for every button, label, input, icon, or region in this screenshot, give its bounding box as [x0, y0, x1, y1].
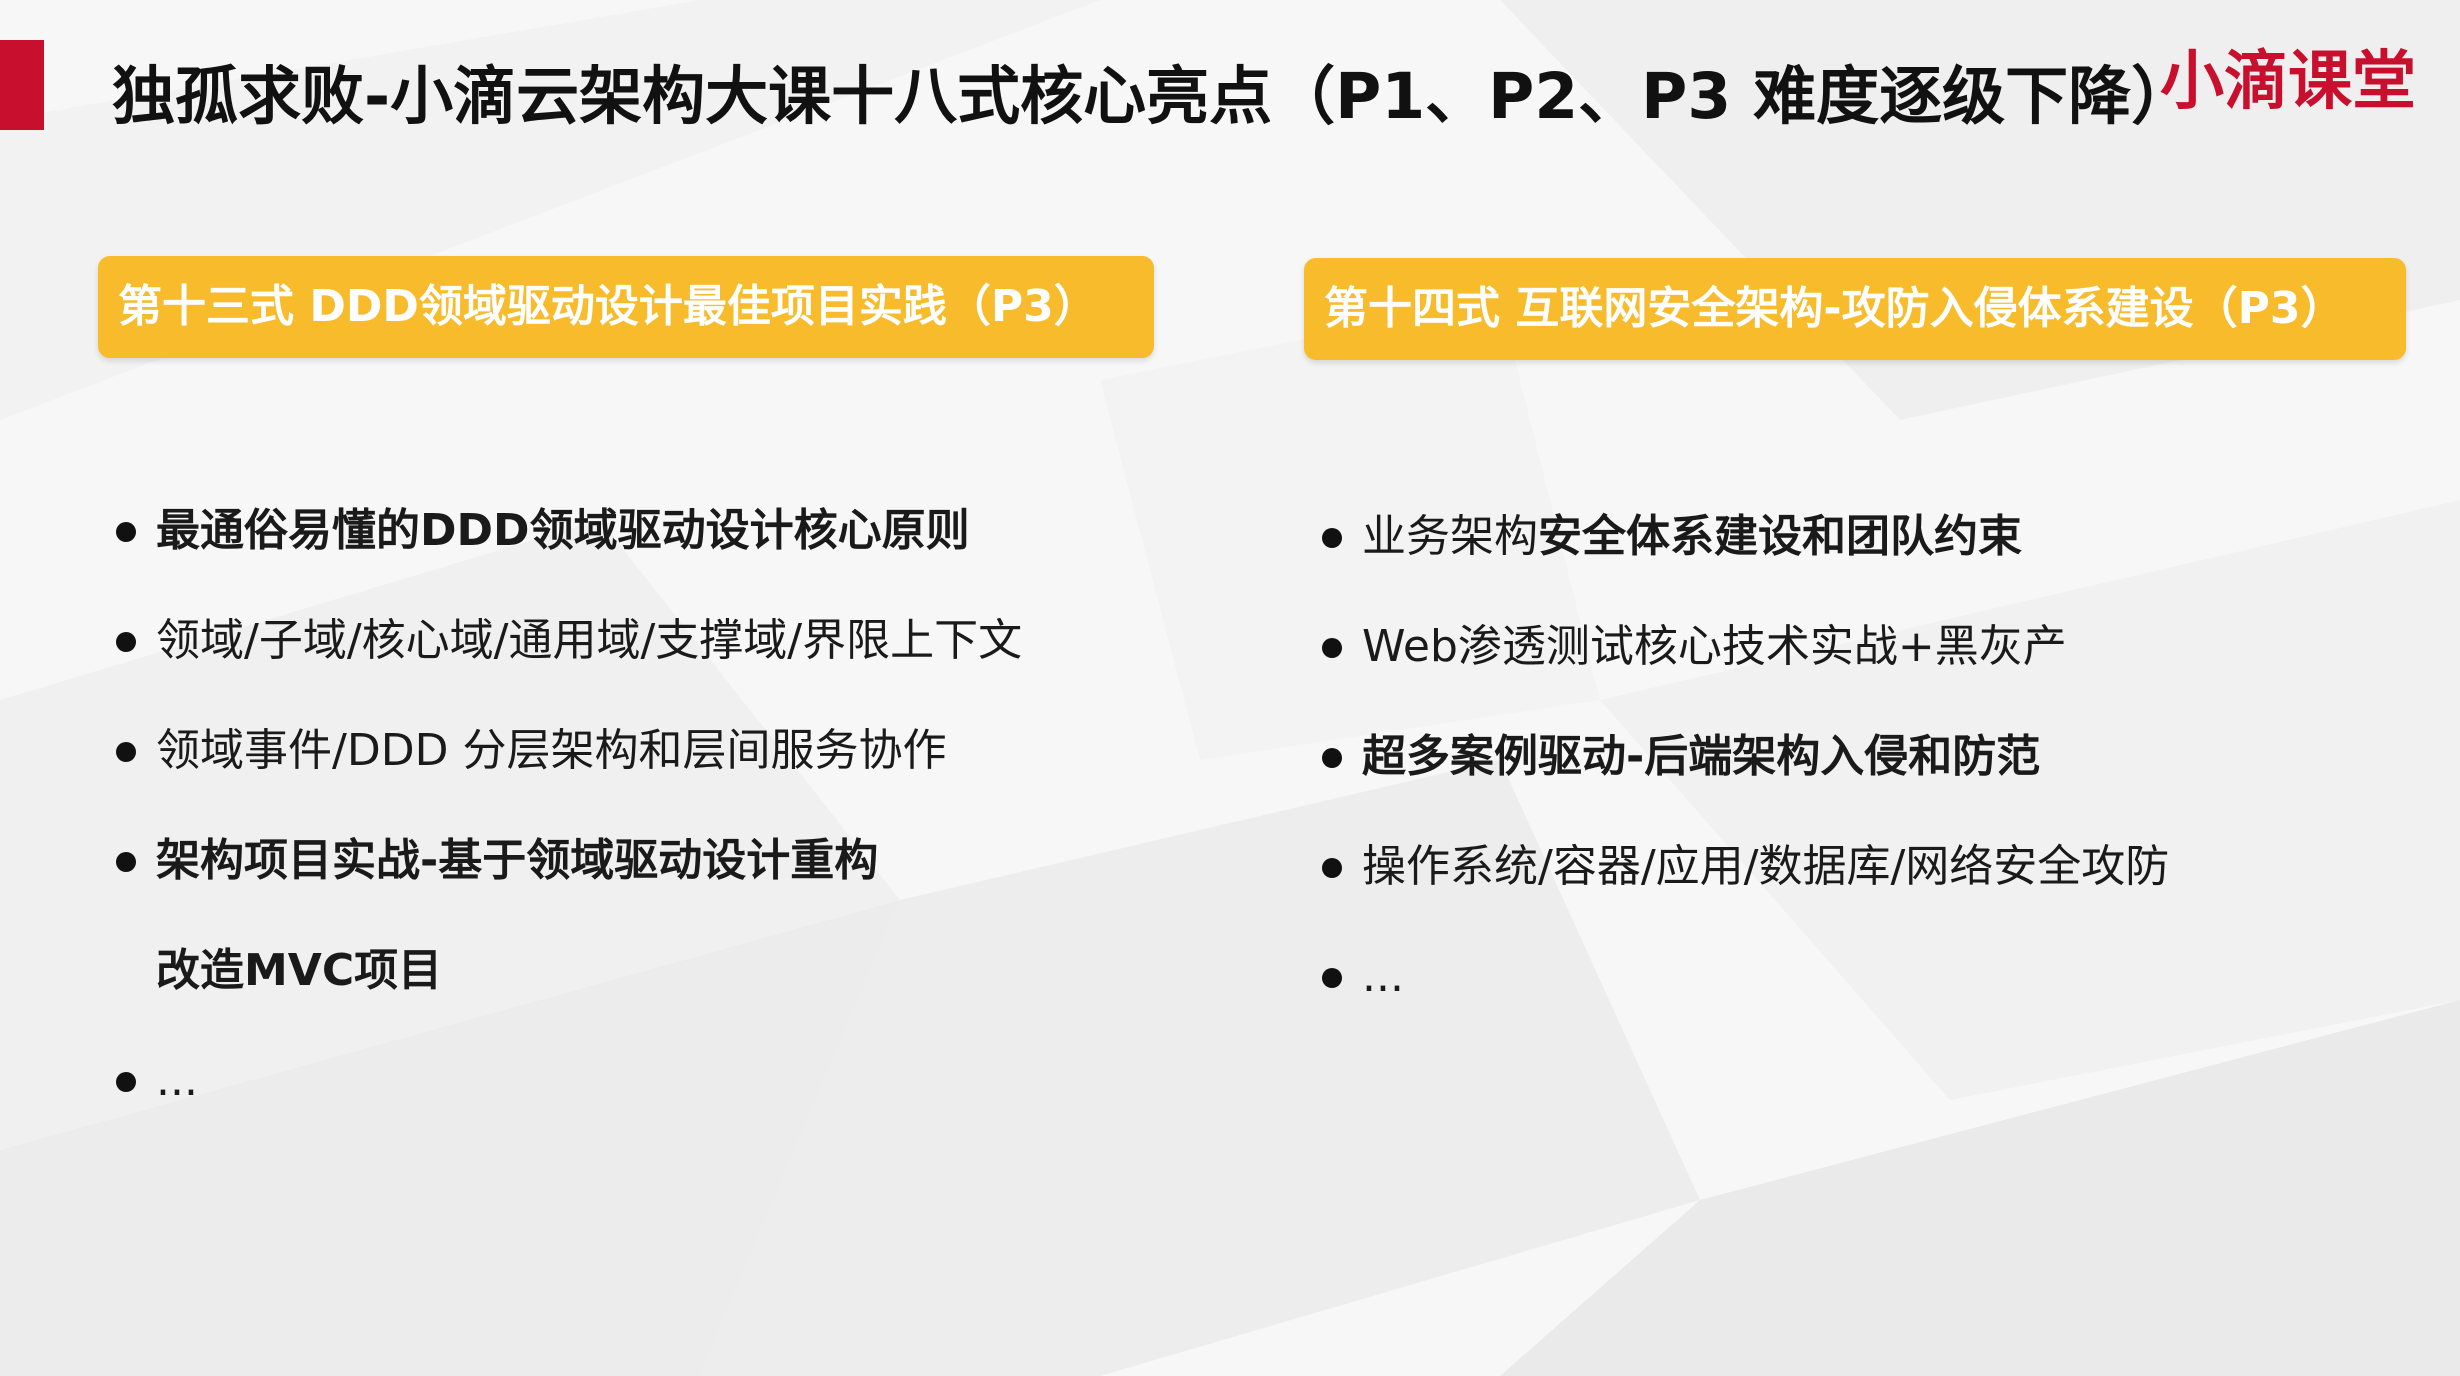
list-item-text: ... — [156, 1055, 198, 1106]
list-item-bold-text: 超多案例驱动-后端架构入侵和防范 — [1362, 731, 2041, 782]
bullet-icon — [1322, 858, 1342, 878]
security-bullet-list: 业务架构安全体系建设和团队约束 Web渗透测试核心技术实战+黑灰产 超多案例驱动… — [1322, 482, 2422, 1032]
list-item-text: 业务架构 — [1362, 511, 1538, 562]
list-item: Web渗透测试核心技术实战+黑灰产 — [1322, 592, 2422, 702]
bullet-icon — [116, 522, 136, 542]
list-item-text: 领域/子域/核心域/通用域/支撑域/界限上下文 — [156, 615, 1023, 666]
bullet-icon — [116, 852, 136, 872]
ddd-bullet-list: 最通俗易懂的DDD领域驱动设计核心原则 领域/子域/核心域/通用域/支撑域/界限… — [116, 476, 1246, 1136]
list-item: 操作系统/容器/应用/数据库/网络安全攻防 — [1322, 812, 2422, 922]
list-item: ... — [116, 1026, 1246, 1136]
bullet-icon — [116, 632, 136, 652]
bullet-icon — [1322, 968, 1342, 988]
list-item: 最通俗易懂的DDD领域驱动设计核心原则 — [116, 476, 1246, 586]
bullet-icon — [1322, 638, 1342, 658]
list-item-bold-text: 最通俗易懂的DDD领域驱动设计核心原则 — [156, 505, 970, 556]
list-item-text: ... — [1362, 951, 1404, 1002]
list-item: 领域事件/DDD 分层架构和层间服务协作 — [116, 696, 1246, 806]
section-header-security: 第十四式 互联网安全架构-攻防入侵体系建设（P3） — [1304, 258, 2406, 360]
list-item-text: 领域事件/DDD 分层架构和层间服务协作 — [156, 725, 947, 776]
list-item: 架构项目实战-基于领域驱动设计重构 — [116, 806, 1246, 916]
list-item-text: 操作系统/容器/应用/数据库/网络安全攻防 — [1362, 841, 2170, 892]
list-item: 超多案例驱动-后端架构入侵和防范 — [1322, 702, 2422, 812]
list-item-bold-text: 改造MVC项目 — [156, 945, 443, 996]
bullet-icon — [1322, 748, 1342, 768]
list-item: 业务架构安全体系建设和团队约束 — [1322, 482, 2422, 592]
list-item: 领域/子域/核心域/通用域/支撑域/界限上下文 — [116, 586, 1246, 696]
title-accent-bar — [0, 40, 44, 130]
list-item-bold-text: 架构项目实战-基于领域驱动设计重构 — [156, 835, 879, 886]
bullet-icon — [116, 742, 136, 762]
page-title: 独孤求败-小滴云架构大课十八式核心亮点（P1、P2、P3 难度逐级下降） — [112, 60, 2195, 133]
list-item-continuation: 改造MVC项目 — [116, 916, 1246, 1026]
list-item-bold-text: 安全体系建设和团队约束 — [1538, 511, 2022, 562]
list-item: ... — [1322, 922, 2422, 1032]
bullet-icon — [1322, 528, 1342, 548]
bullet-icon — [116, 1072, 136, 1092]
brand-logo-text: 小滴课堂 — [2160, 45, 2416, 119]
section-header-ddd: 第十三式 DDD领域驱动设计最佳项目实践（P3） — [98, 256, 1154, 358]
list-item-text: Web渗透测试核心技术实战+黑灰产 — [1362, 621, 2067, 672]
